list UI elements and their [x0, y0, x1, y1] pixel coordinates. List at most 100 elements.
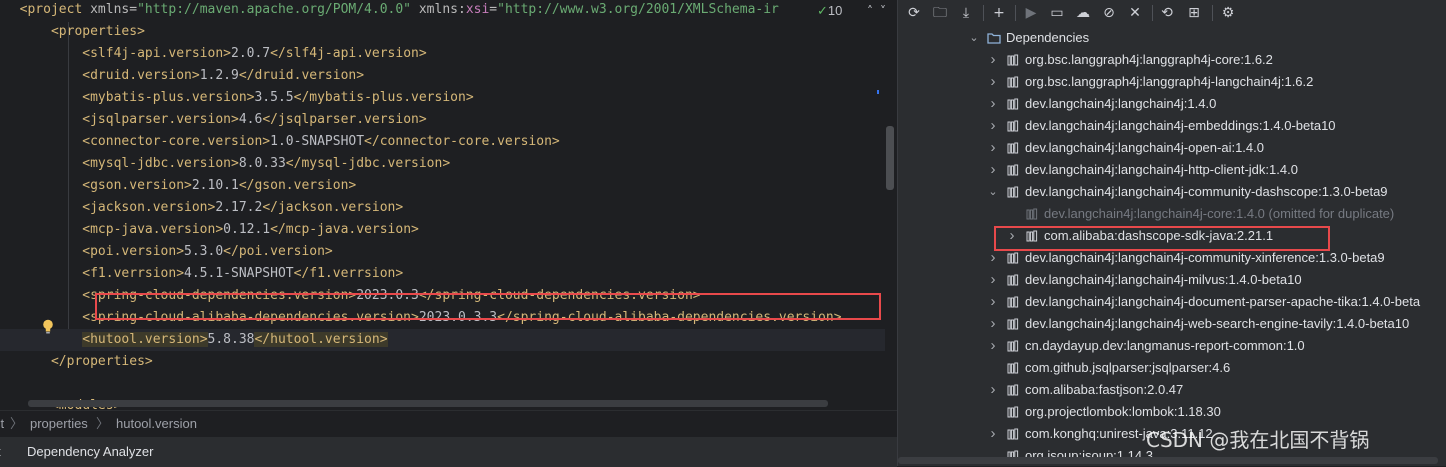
navigate-down-icon[interactable]: ˅ [880, 0, 886, 22]
code-line[interactable]: <hutool.version>5.8.38</hutool.version> [0, 329, 885, 351]
chevron-right-icon[interactable]: › [987, 423, 999, 445]
run-icon[interactable]: ▶ [1022, 4, 1040, 22]
chevron-down-icon[interactable]: ⌄ [968, 27, 980, 49]
tree-row-dependency[interactable]: › dev.langchain4j:langchain4j-web-search-… [898, 313, 1446, 335]
chevron-right-icon[interactable]: › [987, 71, 999, 93]
tree-root-dependencies[interactable]: ⌄ Dependencies [898, 27, 1446, 49]
code-editor[interactable]: <project xmlns="http://maven.apache.org/… [0, 0, 897, 410]
navigate-up-icon[interactable]: ˄ [867, 0, 873, 22]
code-token: > [223, 46, 231, 61]
code-line[interactable]: <jsqlparser.version>4.6</jsqlparser.vers… [0, 109, 426, 131]
tree-row-dependency[interactable]: ⌄ dev.langchain4j:langchain4j-community-d… [898, 181, 1446, 203]
tree-row-dependency[interactable]: › dev.langchain4j:langchain4j-open-ai:1.4… [898, 137, 1446, 159]
library-icon [1007, 296, 1019, 308]
change-marker [877, 90, 879, 94]
tree-row-dependency[interactable]: › dev.langchain4j:langchain4j-milvus:1.4.… [898, 269, 1446, 291]
tree-row-dependency[interactable]: › dev.langchain4j:langchain4j:1.4.0 [898, 93, 1446, 115]
code-token: </ [262, 112, 278, 127]
breadcrumb-separator: 〉 [96, 416, 110, 431]
horizontal-scrollbar[interactable] [28, 400, 828, 407]
add-folder-icon[interactable]: 🗀 [931, 4, 949, 22]
tree-row-dependency[interactable]: dev.langchain4j:langchain4j-core:1.4.0 (… [898, 203, 1446, 225]
code-line[interactable]: <properties> [0, 21, 145, 43]
tree-row-dependency[interactable]: › dev.langchain4j:langchain4j-document-pa… [898, 291, 1446, 313]
tree-row-dependency[interactable]: › dev.langchain4j:langchain4j-http-client… [898, 159, 1446, 181]
code-token: > [356, 68, 365, 83]
xml-text-value: 1.2.9 [199, 68, 239, 83]
code-line[interactable]: <project xmlns="http://maven.apache.org/… [0, 0, 779, 21]
code-line[interactable]: <druid.version>1.2.9</druid.version> [0, 65, 364, 87]
add-icon[interactable]: + [990, 4, 1008, 22]
chevron-right-icon[interactable]: › [987, 49, 999, 71]
xml-tag-name: slf4j-api.version [90, 46, 224, 61]
tree-row-dependency[interactable]: org.projectlombok:lombok:1.18.30 [898, 401, 1446, 423]
collapse-icon[interactable]: ✕ [1126, 4, 1144, 22]
settings-icon[interactable]: ⚙ [1219, 4, 1237, 22]
code-token: </ [270, 222, 286, 237]
xml-text-value: 5.8.38 [207, 332, 255, 347]
chevron-right-icon[interactable]: › [987, 269, 999, 291]
execute-icon[interactable]: ▭ [1048, 4, 1066, 22]
tool-window-tab-left[interactable]: t [0, 437, 1, 466]
code-token: < [82, 288, 91, 303]
code-line[interactable]: <f1.verrsion>4.5.1-SNAPSHOT</f1.verrsion… [0, 263, 403, 285]
code-line[interactable]: <jackson.version>2.17.2</jackson.version… [0, 197, 403, 219]
tree-row-dependency[interactable]: › org.bsc.langgraph4j:langgraph4j-core:1.… [898, 49, 1446, 71]
tree-row-dependency[interactable]: › org.bsc.langgraph4j:langgraph4j-langcha… [898, 71, 1446, 93]
chevron-down-icon[interactable]: ⌄ [987, 181, 999, 203]
inspection-widget[interactable]: ✓10 [813, 0, 847, 22]
breadcrumb-item-project[interactable]: ct [0, 411, 4, 436]
library-icon [1007, 142, 1019, 154]
refresh-icon[interactable]: ⟳ [905, 4, 923, 22]
tool-window-tab-dependency-analyzer[interactable]: Dependency Analyzer [27, 437, 153, 466]
tree-row-dependency[interactable]: › cn.daydayup.dev:langmanus-report-common… [898, 335, 1446, 357]
highlight-box-dashscope-sdk [994, 226, 1330, 251]
show-deps-icon[interactable]: ⟲ [1158, 4, 1176, 22]
xml-tag-name: properties [66, 354, 145, 369]
xml-tag-name: f1.verrsion [90, 266, 177, 281]
chevron-right-icon[interactable]: › [987, 115, 999, 137]
tree-row-dependency[interactable]: › com.alibaba:fastjson:2.0.47 [898, 379, 1446, 401]
download-icon[interactable]: ⤓ [957, 4, 975, 22]
xml-tag-name: mybatis-plus.version [309, 90, 466, 105]
tree-row-dependency[interactable]: › dev.langchain4j:langchain4j-embeddings:… [898, 115, 1446, 137]
chevron-right-icon[interactable]: › [987, 291, 999, 313]
library-icon [1007, 362, 1019, 374]
code-line[interactable]: <slf4j-api.version>2.0.7</slf4j-api.vers… [0, 43, 426, 65]
code-line[interactable]: <mybatis-plus.version>3.5.5</mybatis-plu… [0, 87, 473, 109]
code-line[interactable]: </properties> [0, 351, 153, 373]
code-line[interactable]: <connector-core.version>1.0-SNAPSHOT</co… [0, 131, 559, 153]
xml-text-value: 5.3.0 [184, 244, 224, 259]
chevron-right-icon[interactable]: › [987, 313, 999, 335]
chevron-right-icon[interactable]: › [987, 379, 999, 401]
offline-icon[interactable]: ☁ [1074, 4, 1092, 22]
xml-tag-name: mcp-java.version [285, 222, 412, 237]
code-token: < [82, 332, 91, 347]
code-line[interactable]: <gson.version>2.10.1</gson.version> [0, 175, 356, 197]
panel-horizontal-scrollbar[interactable] [898, 457, 1438, 464]
code-token: </ [238, 178, 255, 193]
code-token: > [379, 332, 388, 347]
code-line[interactable]: <mysql-jdbc.version>8.0.33</mysql-jdbc.v… [0, 153, 450, 175]
breadcrumb-item-properties[interactable]: properties [30, 411, 88, 436]
xml-tag-name: jsqlparser.version [277, 112, 419, 127]
chevron-right-icon[interactable]: › [987, 159, 999, 181]
tree-row-dependency[interactable]: com.github.jsqlparser:jsqlparser:4.6 [898, 357, 1446, 379]
library-icon [1007, 428, 1019, 440]
skip-tests-icon[interactable]: ⊘ [1100, 4, 1118, 22]
xml-tag-name: properties [58, 24, 138, 39]
chevron-right-icon[interactable]: › [987, 93, 999, 115]
code-line[interactable] [0, 373, 4, 395]
lightbulb-icon[interactable] [42, 319, 54, 334]
code-line[interactable]: <poi.version>5.3.0</poi.version> [0, 241, 332, 263]
code-line[interactable]: <mcp-java.version>0.12.1</mcp-java.versi… [0, 219, 419, 241]
chevron-right-icon[interactable]: › [987, 137, 999, 159]
chevron-right-icon[interactable]: › [987, 335, 999, 357]
analyze-icon[interactable]: ⊞ [1185, 4, 1203, 22]
dependency-label: dev.langchain4j:langchain4j-core:1.4.0 (… [1044, 206, 1395, 221]
vertical-scrollbar[interactable] [886, 126, 894, 190]
xml-text-value: 1.0-SNAPSHOT [270, 134, 365, 149]
dependency-label: org.projectlombok:lombok:1.18.30 [1025, 404, 1221, 419]
breadcrumb-item-hutool-version[interactable]: hutool.version [116, 411, 197, 436]
